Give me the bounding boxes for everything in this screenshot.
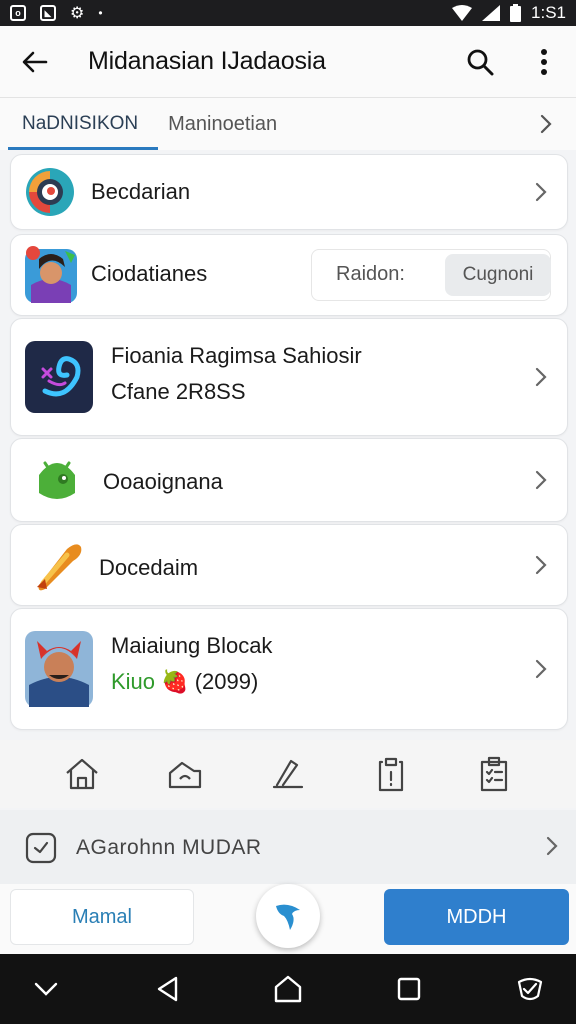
chevron-right-icon: [531, 367, 551, 387]
chevron-right-icon: [531, 555, 551, 575]
tabs-next-button[interactable]: [516, 98, 576, 150]
overflow-menu-button[interactable]: [512, 26, 576, 98]
warrior-avatar-icon: [25, 631, 93, 707]
notification-icons: o ◣ ⚙ •: [10, 3, 103, 23]
battery-icon: [510, 4, 522, 22]
dot-icon: •: [98, 6, 103, 20]
house-outline-icon: [168, 761, 201, 789]
list-item[interactable]: Maiaiung Blocak Kiuo 🍓 (2099): [10, 608, 568, 730]
android-robot-icon: [39, 461, 75, 499]
square-icon: [397, 977, 421, 1001]
list-item-title: Ciodatianes: [91, 261, 208, 286]
secondary-button[interactable]: Mamal: [10, 889, 194, 945]
triangle-back-icon: [157, 976, 178, 1002]
back-nav-button[interactable]: [145, 967, 189, 1011]
pen-icon: [272, 759, 304, 789]
chevron-right-icon: [531, 182, 551, 202]
torch-icon: [37, 544, 82, 591]
promo-text: AGarohnn MUDAR: [76, 836, 262, 859]
clock: 1:S1: [531, 3, 566, 22]
bird-logo-icon: [276, 904, 300, 930]
bottom-nav: [0, 740, 576, 808]
nav-places[interactable]: [161, 750, 209, 798]
action-bar: Mamal MDDH: [0, 884, 576, 954]
neon-dragon-icon: [25, 341, 93, 413]
status-bar: o ◣ ⚙ • 1:S1: [0, 0, 576, 26]
tab-active[interactable]: NaDNISIKON: [7, 98, 159, 150]
fab-button[interactable]: [256, 884, 320, 948]
list-item[interactable]: Docedaim: [10, 524, 568, 606]
chevron-down-icon: [34, 982, 58, 996]
arrow-left-icon: [22, 51, 48, 72]
nav-home[interactable]: [58, 750, 106, 798]
home-outline-icon: [274, 975, 302, 1003]
chevron-right-icon: [540, 114, 552, 134]
list-item-subtitle: Cfane 2R8SS: [111, 379, 246, 404]
primary-button[interactable]: MDDH: [384, 889, 569, 945]
list-item[interactable]: Becdarian: [10, 154, 568, 230]
search-button[interactable]: [448, 26, 512, 98]
assistant-nav-button[interactable]: [508, 967, 552, 1011]
nav-edit[interactable]: [264, 750, 312, 798]
promo-row[interactable]: AGarohnn MUDAR: [0, 810, 576, 884]
chevron-right-icon: [531, 659, 551, 679]
app-notification-icon: ◣: [40, 5, 56, 21]
list-item[interactable]: Fioania Ragimsa Sahiosir Cfane 2R8SS: [10, 318, 568, 436]
list-item-title: Docedaim: [99, 555, 199, 580]
app-bar: Midanasian IJadaosia: [0, 26, 576, 98]
chevron-right-icon: [531, 470, 551, 490]
settings-notification-icon: ⚙: [70, 5, 85, 22]
nav-tasks[interactable]: [367, 750, 415, 798]
game-character-icon: [25, 246, 77, 303]
suggestion-button[interactable]: Cugnoni: [445, 254, 551, 296]
app-notification-icon: o: [10, 5, 26, 21]
search-icon: [467, 49, 494, 75]
list-item-title: Maiaiung Blocak: [111, 633, 273, 658]
wifi-icon: [452, 5, 473, 21]
page-title: Midanasian IJadaosia: [88, 47, 326, 75]
back-button[interactable]: [0, 26, 70, 98]
recents-nav-button[interactable]: [387, 967, 431, 1011]
list-item-title: Ooaoignana: [103, 469, 223, 494]
list-item-subtitle: Kiuo 🍓 (2099): [111, 669, 258, 695]
tab-second[interactable]: Maninoetian: [168, 98, 277, 150]
checkbox-icon: [25, 832, 57, 864]
home-icon: [65, 758, 98, 790]
nav-list[interactable]: [470, 750, 518, 798]
strawberry-icon: 🍓: [161, 669, 189, 694]
signal-icon: [482, 5, 501, 21]
collapse-button[interactable]: [24, 967, 68, 1011]
list-item[interactable]: Ooaoignana: [10, 438, 568, 522]
chevron-right-icon: [546, 836, 558, 856]
list-item-title: Becdarian: [91, 179, 191, 204]
system-nav-bar: [0, 954, 576, 1024]
region-input-label: Raidon:: [336, 263, 405, 285]
shield-check-icon: [517, 977, 543, 1001]
tab-bar: NaDNISIKON Maninoetian: [0, 98, 576, 150]
year-label: (2099): [194, 669, 259, 694]
rating-label: Kiuo: [111, 669, 156, 694]
more-vert-icon: [541, 48, 547, 75]
list-item[interactable]: Ciodatianes Raidon: Cugnoni: [10, 234, 568, 316]
clipboard-icon: [379, 757, 404, 792]
app-logo-icon: [26, 168, 74, 216]
home-nav-button[interactable]: [266, 967, 310, 1011]
list-item-title: Fioania Ragimsa Sahiosir: [111, 343, 362, 368]
checklist-icon: [481, 756, 508, 792]
